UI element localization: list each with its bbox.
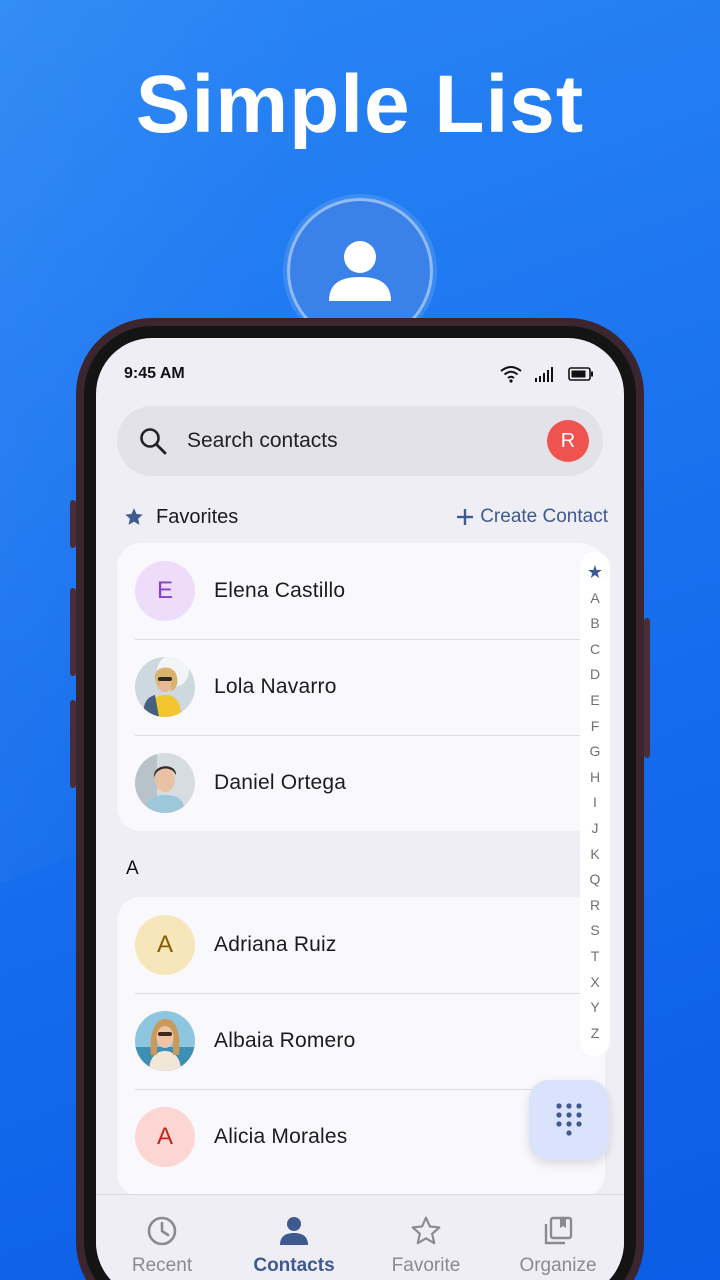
phone-screen: 9:45 AM Search contacts R Favorites Crea… [96,338,624,1280]
index-letter-z[interactable]: Z [591,1021,600,1047]
favorites-header: Favorites Create Contact [124,502,608,532]
alphabet-index[interactable]: ★ ABCDEFGHIJKQRSTXYZ [580,552,610,1056]
avatar-photo [135,753,195,813]
contact-row-lola-navarro[interactable]: Lola Navarro [117,639,605,735]
headline: Simple List [135,59,585,150]
favorites-title-group: Favorites [124,506,238,529]
create-contact-label: Create Contact [480,506,608,527]
favorites-list: E Elena Castillo Lola Navarro Daniel Ort… [117,543,605,831]
create-contact-button[interactable]: Create Contact [456,506,608,528]
signal-icon [535,367,553,382]
favorites-title: Favorites [156,505,239,528]
nav-recent[interactable]: Recent [102,1215,222,1280]
avatar-photo [135,657,195,717]
nav-label: Recent [131,1255,193,1276]
person-icon [329,241,391,301]
contact-row-elena-castillo[interactable]: E Elena Castillo [117,543,605,639]
search-input[interactable]: Search contacts [187,429,547,453]
index-letter-a[interactable]: A [590,586,599,612]
nav-label: Favorite [391,1255,461,1276]
section-letter-a: A [126,858,139,879]
dialpad-icon [556,1103,582,1136]
star-icon [125,508,143,525]
index-letter-h[interactable]: H [590,765,600,791]
nav-contacts[interactable]: Contacts [234,1215,354,1280]
status-icons [500,365,594,383]
contact-row-albaia-romero[interactable]: Albaia Romero [117,993,605,1089]
nav-label: Contacts [253,1255,335,1276]
index-letter-r[interactable]: R [590,893,600,919]
contact-name: Elena Castillo [214,579,346,602]
contact-name: Adriana Ruiz [214,933,337,956]
dialpad-button[interactable] [529,1080,609,1160]
phone-power-button [644,618,650,758]
bottom-navigation: Recent Contacts Favorite Organize [96,1194,624,1280]
nav-label: Organize [519,1255,597,1276]
contact-photo-icon [135,753,195,813]
index-letter-q[interactable]: Q [590,867,601,893]
avatar: A [135,1107,195,1167]
index-letter-b[interactable]: B [590,611,599,637]
index-letter-s[interactable]: S [590,918,599,944]
avatar: A [135,915,195,975]
index-star-icon[interactable]: ★ [587,560,603,586]
contact-name: Daniel Ortega [214,771,347,794]
index-letter-x[interactable]: X [590,970,599,996]
phone-frame: 9:45 AM Search contacts R Favorites Crea… [76,318,644,1280]
contact-name: Albaia Romero [214,1029,356,1052]
index-letter-g[interactable]: G [590,739,601,765]
clock-icon [147,1216,177,1246]
index-letter-f[interactable]: F [591,714,600,740]
phone-bezel: 9:45 AM Search contacts R Favorites Crea… [84,326,636,1280]
account-avatar[interactable]: R [547,420,589,462]
index-letter-y[interactable]: Y [590,995,599,1021]
person-icon [280,1217,308,1245]
index-letter-c[interactable]: C [590,637,600,663]
star-outline-icon [411,1216,441,1245]
status-bar: 9:45 AM [124,362,594,386]
avatar-photo [135,1011,195,1071]
battery-icon [568,367,593,381]
contact-photo-icon [135,1011,195,1071]
plus-icon [457,509,474,525]
contact-row-daniel-ortega[interactable]: Daniel Ortega [117,735,605,831]
index-letter-t[interactable]: T [591,944,600,970]
contacts-list-a: A Adriana Ruiz Albaia Romero A Alicia Mo… [117,897,605,1197]
index-letter-i[interactable]: I [593,790,597,816]
search-bar[interactable]: Search contacts R [117,406,603,476]
contact-name: Alicia Morales [214,1125,348,1148]
search-icon [140,428,167,455]
organize-icon [544,1216,573,1245]
index-letter-k[interactable]: K [590,842,599,868]
contact-name: Lola Navarro [214,675,337,698]
nav-organize[interactable]: Organize [498,1215,618,1280]
contact-photo-icon [135,657,195,717]
index-letter-j[interactable]: J [592,816,599,842]
contact-row-adriana-ruiz[interactable]: A Adriana Ruiz [117,897,605,993]
index-letter-d[interactable]: D [590,662,600,688]
nav-favorite[interactable]: Favorite [366,1215,486,1280]
status-time: 9:45 AM [124,365,185,382]
avatar: E [135,561,195,621]
index-letter-e[interactable]: E [590,688,599,714]
wifi-icon [500,366,522,383]
